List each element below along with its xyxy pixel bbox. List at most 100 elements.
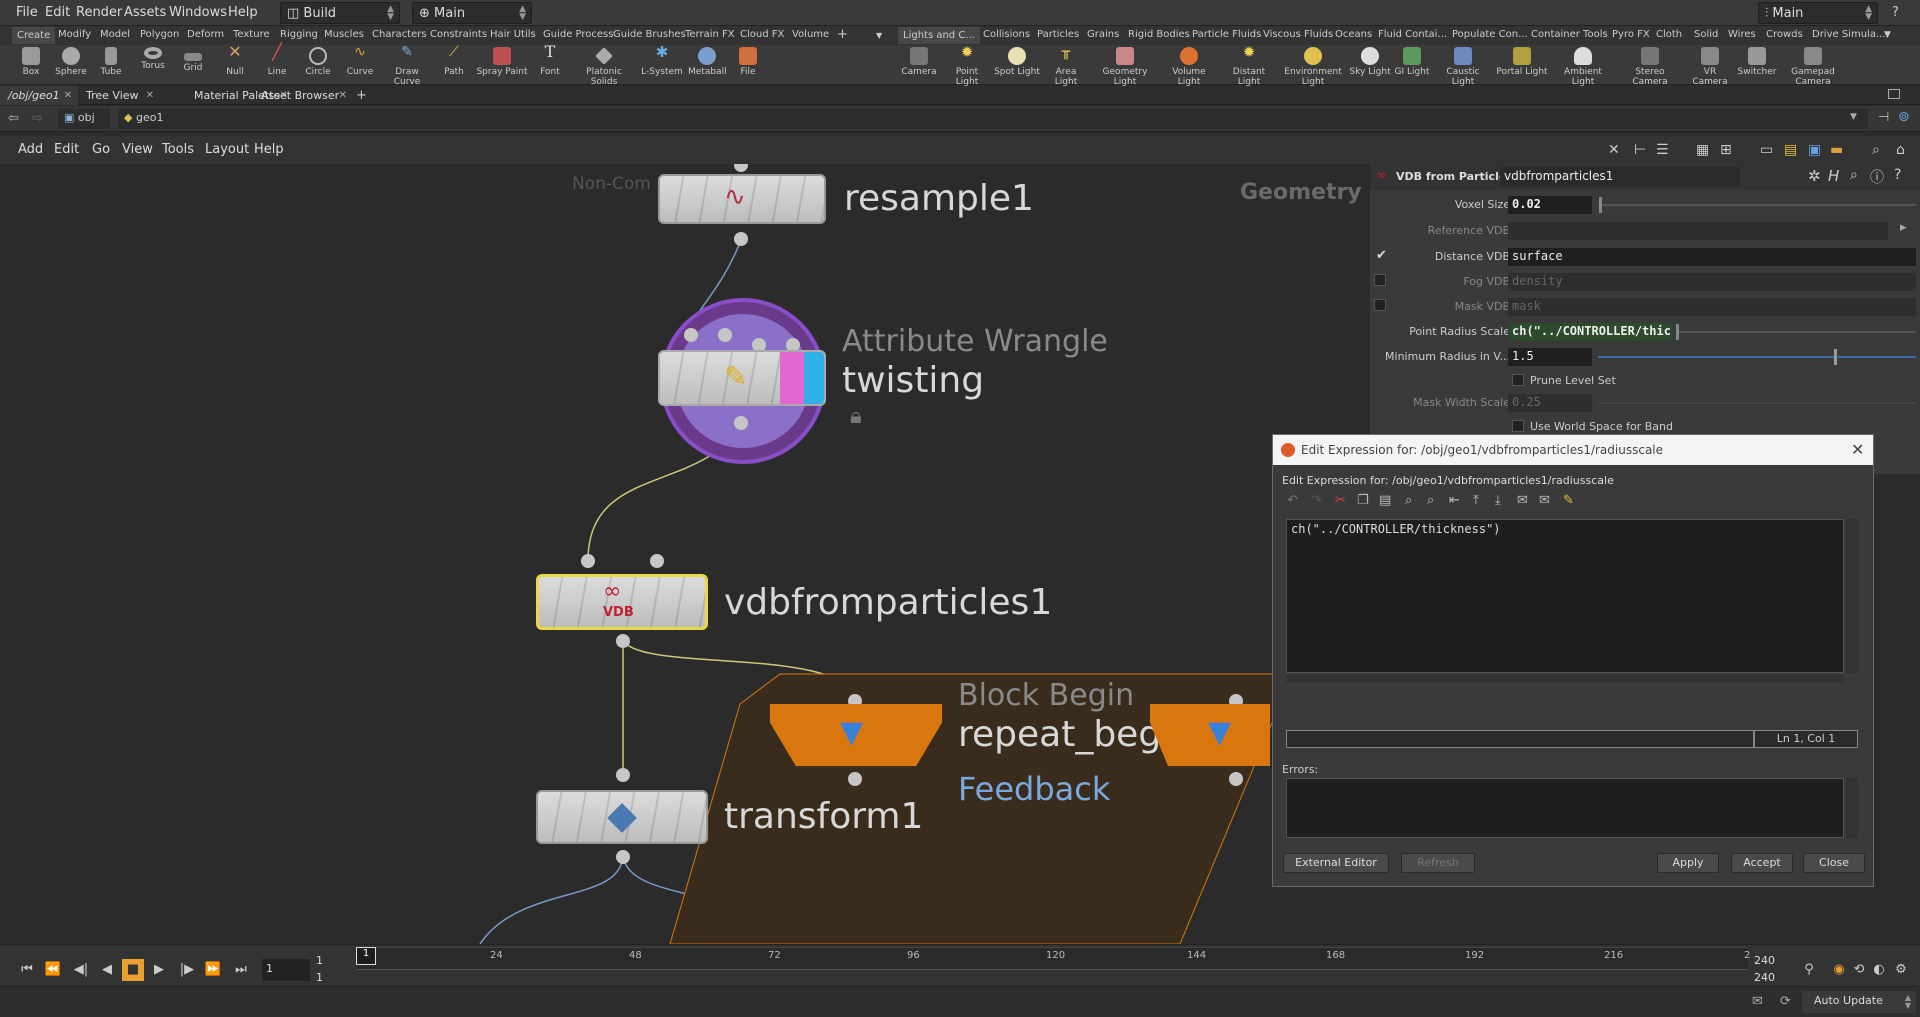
output-connector[interactable] — [848, 772, 862, 786]
current-frame-field[interactable]: 1 — [262, 959, 310, 981]
tool-gamepad-camera[interactable]: Gamepad Camera — [1788, 47, 1838, 87]
pin-icon[interactable]: ⊣ — [1878, 110, 1889, 125]
shelf-tab[interactable]: Crowds — [1766, 29, 1803, 40]
help-icon[interactable]: ? — [1892, 5, 1899, 20]
houdini-icon[interactable]: H — [1828, 167, 1839, 185]
tool-line[interactable]: ╱ Line — [262, 44, 292, 78]
voxel-size-field[interactable]: 0.02 — [1508, 196, 1592, 214]
settings-icon[interactable]: ⚙ — [1890, 959, 1912, 981]
tool-area-light[interactable]: ╥ Area Light — [1044, 45, 1088, 87]
close-icon[interactable]: ✕ — [1851, 440, 1864, 459]
shelf-tab[interactable]: Guide Brushes — [613, 29, 686, 40]
slider-handle[interactable] — [1676, 324, 1679, 340]
start-frame[interactable]: 1 — [316, 954, 323, 967]
tool-grid[interactable]: Grid — [178, 47, 208, 73]
menu-help[interactable]: Help — [228, 5, 258, 20]
node-twisting[interactable]: ✎ — [658, 350, 826, 406]
step-back-icon[interactable]: ◀| — [70, 959, 92, 981]
tab-asset-browser[interactable]: Asset Browser ✕ — [253, 86, 353, 105]
forward-arrow-icon[interactable]: ⇨ — [32, 111, 43, 126]
audio-icon[interactable]: ◐ — [1868, 959, 1890, 981]
tree-icon[interactable]: ⊢ — [1634, 142, 1646, 158]
shelf-tab[interactable]: Modify — [58, 29, 91, 40]
shelf-tab[interactable]: Particle Fluids — [1192, 29, 1261, 40]
list-icon[interactable]: ☰ — [1656, 142, 1669, 158]
tool-stereo-camera[interactable]: Stereo Camera — [1626, 47, 1674, 87]
dialog-titlebar[interactable]: Edit Expression for: /obj/geo1/vdbfrompa… — [1273, 435, 1873, 465]
node-resample1[interactable]: ∿ — [658, 174, 826, 224]
back-arrow-icon[interactable]: ⇦ — [8, 111, 19, 126]
reference-vdb-field[interactable] — [1508, 222, 1888, 240]
search-icon[interactable]: ⌕ — [1850, 167, 1858, 183]
close-icon[interactable]: ✕ — [339, 86, 347, 105]
tool-spray-paint[interactable]: Spray Paint — [476, 47, 528, 77]
tool-curve[interactable]: ∿ Curve — [344, 45, 376, 77]
undo-icon[interactable]: ↶ — [1287, 493, 1303, 509]
end-frame[interactable]: 240 — [1754, 954, 1775, 967]
errors-scrollbar[interactable] — [1846, 778, 1858, 838]
tool-l-system[interactable]: ✱ L-System — [640, 45, 684, 78]
tool-draw-curve[interactable]: ✎ Draw Curve — [382, 45, 432, 87]
mask-width-scale-field[interactable]: 0.25 — [1508, 394, 1592, 412]
tab-tree-view[interactable]: Tree View ✕ — [78, 86, 160, 105]
info-icon[interactable]: ⓘ — [1870, 167, 1884, 187]
shelf-tab[interactable]: Populate Con... — [1452, 29, 1528, 40]
jump-end-icon[interactable]: ⏭ — [230, 959, 252, 981]
shelf-tab[interactable]: Polygon — [140, 29, 179, 40]
stop-icon[interactable]: ■ — [122, 959, 144, 981]
input-connector[interactable] — [581, 554, 595, 568]
box-network-icon[interactable]: ▬ — [1830, 142, 1843, 158]
output-connector[interactable] — [734, 416, 748, 430]
close-icon[interactable]: ✕ — [64, 86, 72, 105]
tool-box[interactable]: Box — [16, 47, 46, 77]
menu-assets[interactable]: Assets — [124, 5, 166, 20]
shelf-tab-create[interactable]: Create — [12, 27, 56, 44]
mask-width-slider[interactable] — [1598, 402, 1916, 404]
uncomment-icon[interactable]: ✉ — [1539, 493, 1555, 509]
prev-key-icon[interactable]: ⏪ — [42, 959, 64, 981]
path-root[interactable]: ▣ obj — [58, 109, 110, 129]
menu-render[interactable]: Render — [76, 5, 122, 20]
shelf-tab[interactable]: Drive Simula... — [1812, 29, 1886, 40]
node-name-field[interactable]: vdbfromparticles1 — [1500, 167, 1740, 187]
image-icon[interactable]: ▣ — [1808, 142, 1821, 158]
gear-icon[interactable]: ✲ — [1808, 167, 1821, 185]
node-picker-icon[interactable]: ▸ — [1900, 220, 1907, 235]
realtime-icon[interactable]: ◉ — [1828, 959, 1850, 981]
tool-tube[interactable]: Tube — [96, 47, 126, 77]
tool-font[interactable]: T Font — [536, 44, 564, 78]
shelf-tab[interactable]: Collisions — [983, 29, 1030, 40]
input-connector[interactable] — [616, 768, 630, 782]
refresh-icon[interactable]: ⟳ — [1780, 994, 1791, 1009]
output-connector[interactable] — [616, 850, 630, 864]
fog-vdb-checkbox[interactable] — [1374, 274, 1386, 286]
tool-circle[interactable]: Circle — [302, 47, 334, 77]
radius-scale-slider[interactable] — [1676, 331, 1916, 333]
tool-vr-camera[interactable]: VR Camera — [1686, 47, 1734, 87]
menu-edit[interactable]: Edit — [45, 5, 70, 20]
shelf-tab[interactable]: Viscous Fluids — [1263, 29, 1333, 40]
menu-windows[interactable]: Windows — [169, 5, 227, 20]
net-menu-layout[interactable]: Layout — [205, 142, 249, 157]
editor-hscrollbar[interactable] — [1286, 675, 1844, 683]
shelf-tab[interactable]: Fluid Contai... — [1378, 29, 1447, 40]
tool-switcher[interactable]: Switcher — [1736, 47, 1778, 77]
net-menu-tools[interactable]: Tools — [162, 142, 194, 157]
tool-null[interactable]: ✕ Null — [220, 44, 250, 78]
net-menu-go[interactable]: Go — [92, 142, 110, 157]
prune-level-set-checkbox[interactable] — [1512, 374, 1524, 386]
right-workspace-dropdown[interactable]: ⫶ Main ▲ ▼ — [1758, 2, 1878, 24]
pane-layout-icon[interactable] — [1888, 89, 1900, 99]
search-icon[interactable]: ⌕ — [1872, 142, 1880, 158]
mask-vdb-field[interactable]: mask — [1508, 298, 1916, 316]
node-repeat-begin1[interactable]: ▼ — [770, 704, 942, 766]
shelf-tab[interactable]: Characters — [372, 29, 427, 40]
external-editor-button[interactable]: External Editor — [1283, 853, 1389, 873]
sticky-note-icon[interactable]: ▤ — [1784, 142, 1797, 158]
expression-editor[interactable]: ch("../CONTROLLER/thickness") — [1286, 519, 1844, 673]
desktop-dropdown[interactable]: ◫ Build ▲ ▼ — [280, 2, 400, 24]
point-radius-scale-field[interactable]: ch("../CONTROLLER/thickness — [1508, 323, 1672, 341]
mask-vdb-checkbox[interactable] — [1374, 299, 1386, 311]
tool-sky-light[interactable]: Sky Light — [1348, 47, 1392, 77]
input-connector[interactable] — [684, 328, 698, 342]
